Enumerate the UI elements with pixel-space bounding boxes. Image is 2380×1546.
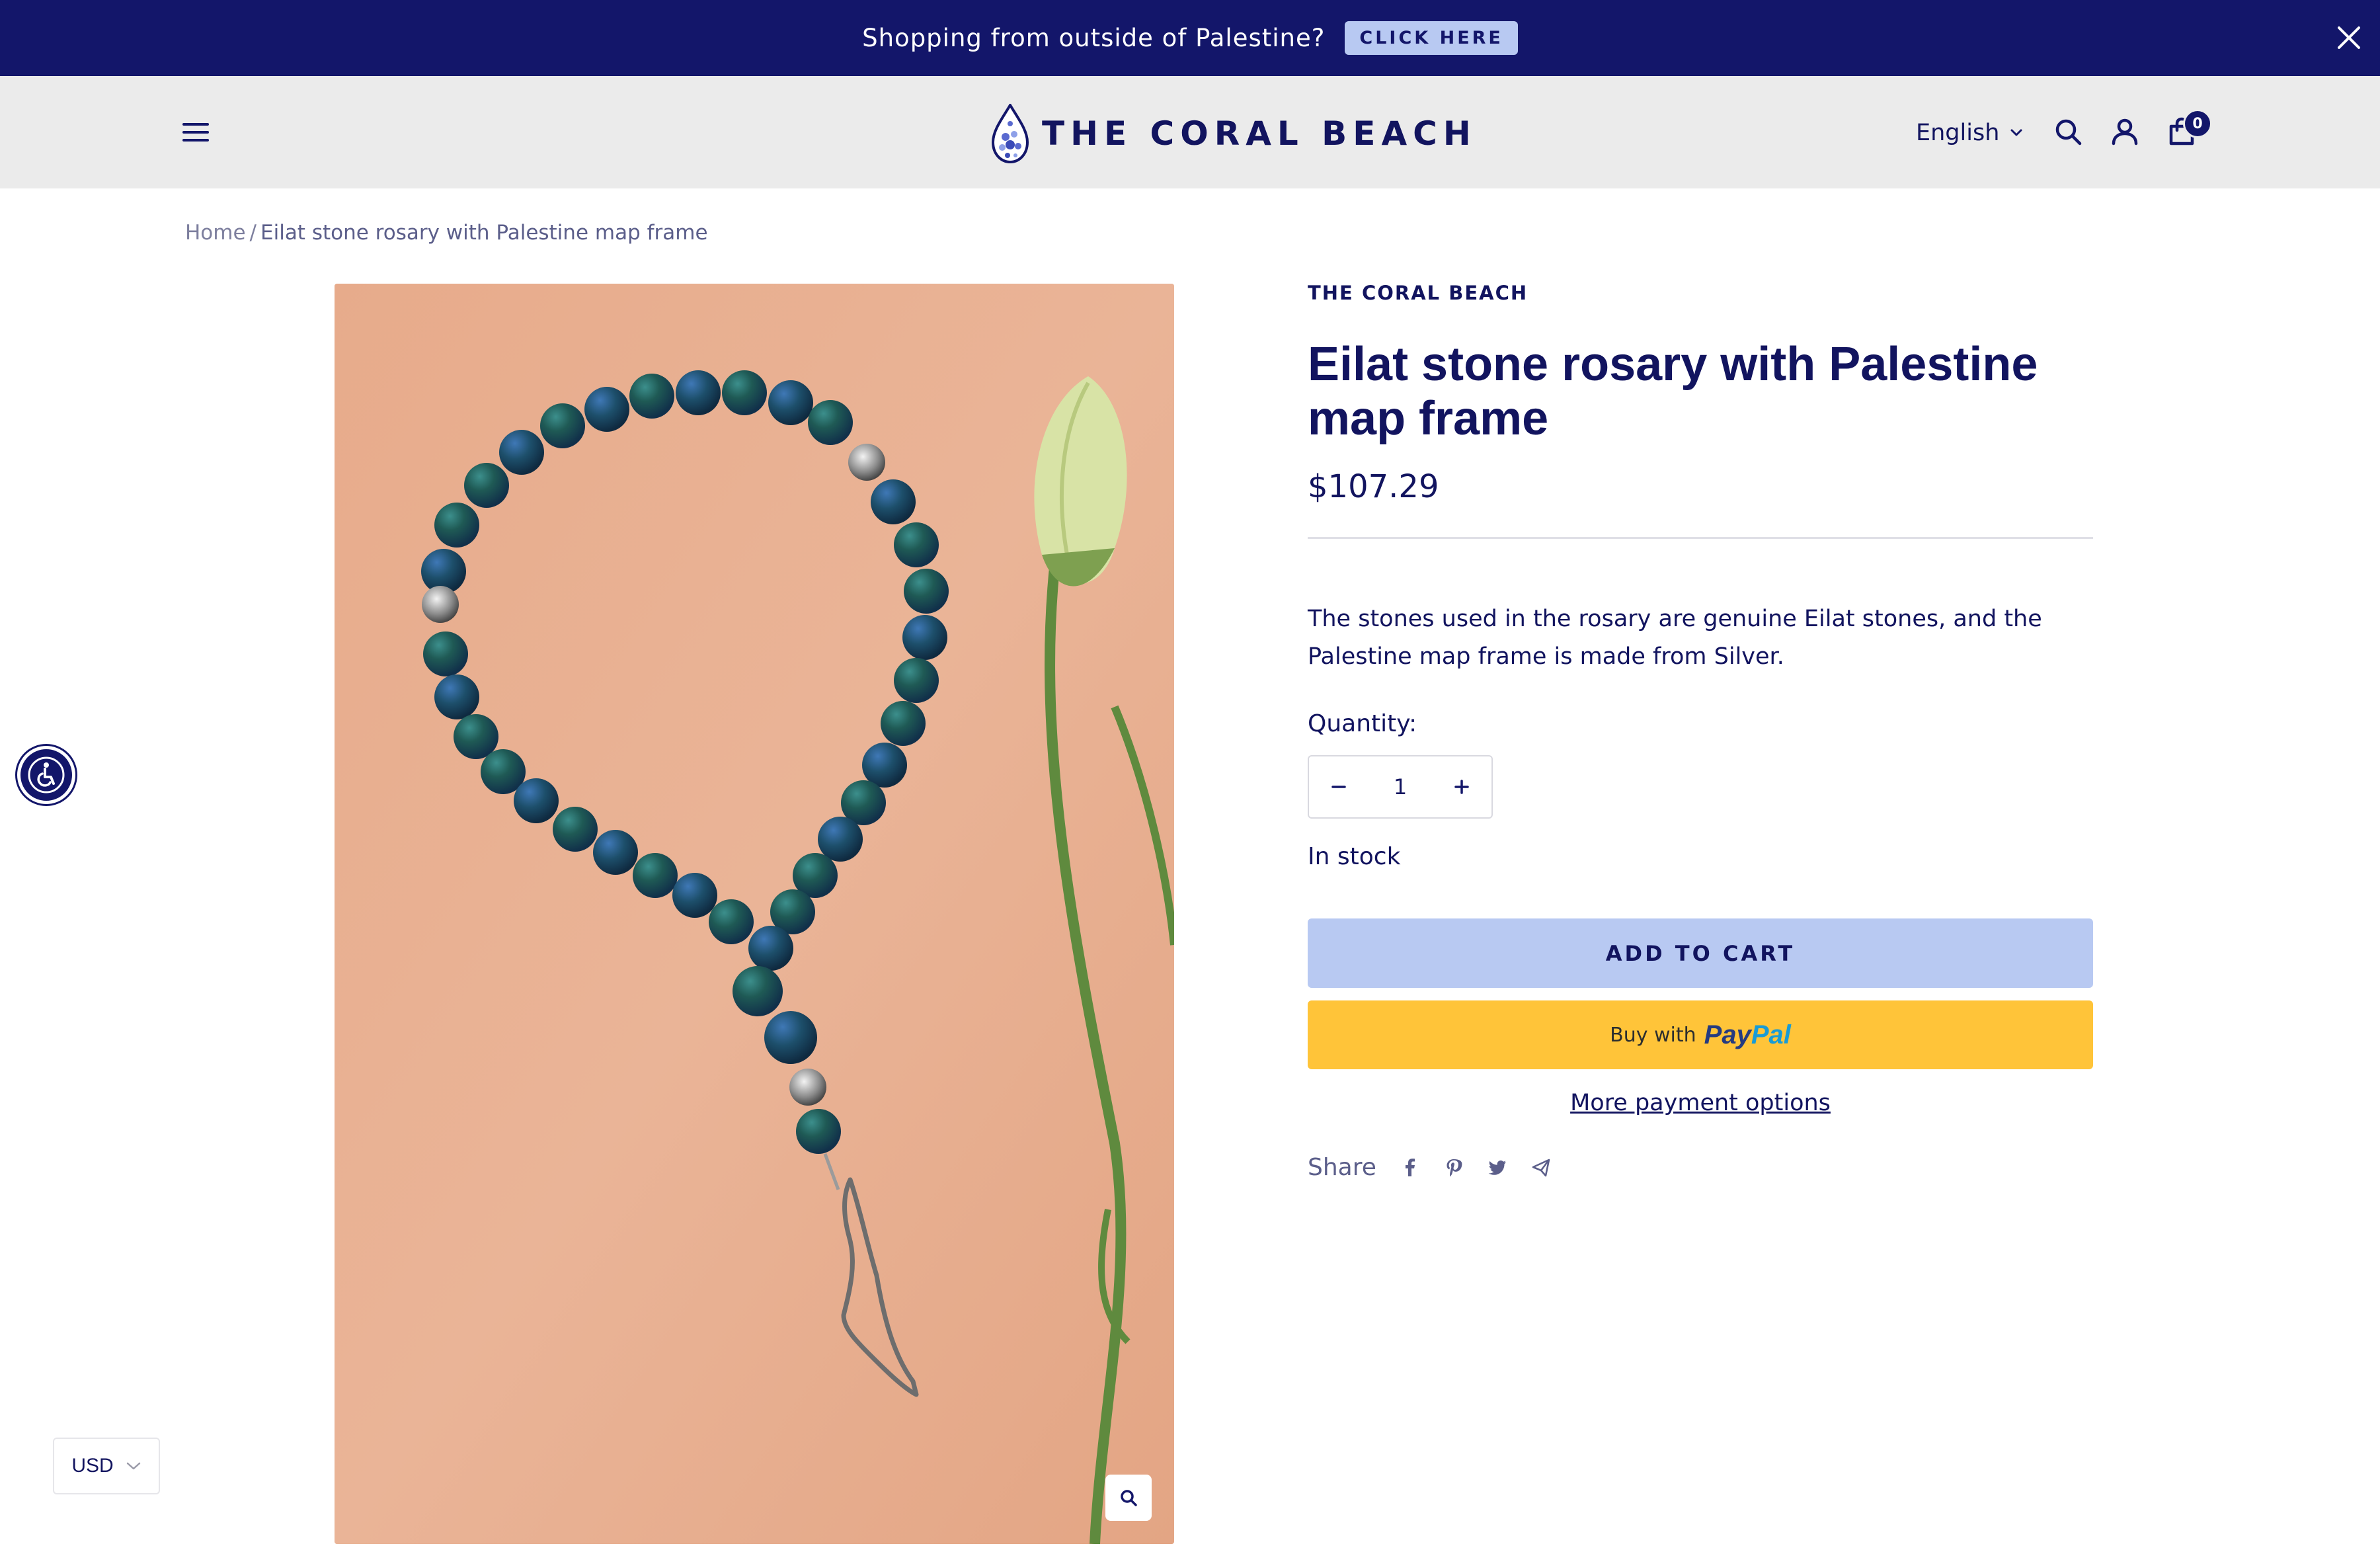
email-icon[interactable] (1531, 1158, 1551, 1178)
announcement-bar: Shopping from outside of Palestine? CLIC… (0, 0, 2380, 76)
divider (1308, 537, 2093, 539)
cart-count-badge: 0 (2183, 109, 2212, 138)
product-description: The stones used in the rosary are genuin… (1308, 606, 2042, 670)
chevron-down-icon (2010, 129, 2022, 136)
pinterest-icon[interactable] (1444, 1158, 1464, 1178)
facebook-icon[interactable] (1400, 1158, 1420, 1178)
product-price: $107.29 (1308, 468, 1439, 505)
add-to-cart-button[interactable]: ADD TO CART (1308, 918, 2093, 988)
account-icon[interactable] (2110, 117, 2139, 146)
breadcrumb-current: Eilat stone rosary with Palestine map fr… (260, 221, 708, 245)
share-label: Share (1308, 1154, 1376, 1181)
product-vendor[interactable]: THE CORAL BEACH (1308, 282, 1528, 304)
logo-drop-icon (991, 104, 1029, 163)
plus-icon (1454, 780, 1469, 794)
chevron-down-icon (126, 1462, 140, 1470)
quantity-input[interactable]: 1 (1394, 774, 1407, 799)
product-image[interactable] (335, 284, 1174, 1544)
quantity-label: Quantity: (1308, 710, 1417, 737)
menu-icon[interactable] (182, 121, 209, 143)
search-icon[interactable] (2053, 117, 2082, 146)
logo-text: THE CORAL BEACH (1042, 114, 1477, 153)
announcement-text: Shopping from outside of Palestine? (862, 24, 1326, 52)
breadcrumb: Home / Eilat stone rosary with Palestine m… (185, 221, 708, 245)
twitter-icon[interactable] (1488, 1158, 1507, 1178)
language-selector[interactable]: English (1916, 117, 2023, 149)
click-here-button[interactable]: CLICK HERE (1345, 21, 1518, 55)
product-title: Eilat stone rosary with Palestine map fr… (1308, 338, 2038, 445)
quantity-increase-button[interactable] (1452, 777, 1472, 797)
paypal-button[interactable]: Buy with PayPal (1308, 1000, 2093, 1069)
accessibility-icon (28, 756, 65, 793)
language-label: English (1916, 120, 2000, 146)
close-icon[interactable] (2335, 24, 2363, 52)
product-photo (335, 284, 1174, 1544)
stock-status: In stock (1308, 843, 1401, 870)
quantity-stepper: 1 (1308, 755, 1493, 819)
share-row: Share (1308, 1154, 1575, 1181)
paypal-logo: PayPal (1704, 1020, 1791, 1050)
minus-icon (1331, 786, 1346, 788)
more-payment-options-link[interactable]: More payment options (1308, 1090, 2093, 1116)
zoom-button[interactable] (1105, 1475, 1152, 1521)
paypal-logo-pay: Pay (1704, 1020, 1751, 1049)
quantity-decrease-button[interactable] (1329, 777, 1349, 797)
site-header: THE CORAL BEACH English 0 (0, 76, 2380, 188)
paypal-prefix: Buy with (1610, 1023, 1696, 1047)
site-logo[interactable]: THE CORAL BEACH (989, 104, 1477, 163)
paypal-logo-pal: Pal (1751, 1020, 1791, 1049)
breadcrumb-separator: / (249, 221, 257, 245)
currency-selector[interactable]: USD (53, 1438, 160, 1494)
currency-label: USD (71, 1455, 114, 1477)
breadcrumb-home-link[interactable]: Home (185, 221, 246, 245)
zoom-icon (1121, 1490, 1137, 1506)
accessibility-button[interactable] (17, 746, 75, 804)
